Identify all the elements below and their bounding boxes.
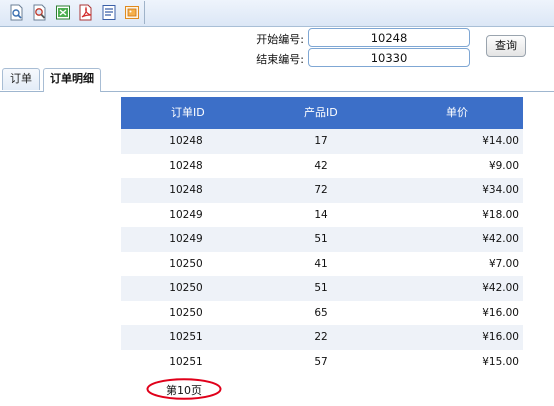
cell-product-id: 51 [314, 282, 328, 294]
cell-unit-price: ¥15.00 [482, 355, 519, 368]
cell-unit-price: ¥9.00 [488, 159, 519, 172]
table-row[interactable]: 10248 42 ¥9.00 [121, 154, 523, 179]
table-row[interactable]: 10249 51 ¥42.00 [121, 227, 523, 252]
print-preview-icon[interactable] [9, 4, 25, 21]
table-row[interactable]: 10249 14 ¥18.00 [121, 203, 523, 228]
tab-order-details[interactable]: 订单明细 [43, 68, 101, 92]
table-row[interactable]: 10250 65 ¥16.00 [121, 301, 523, 326]
table-row[interactable]: 10250 41 ¥7.00 [121, 252, 523, 277]
table-header: 订单ID 产品ID 单价 [121, 97, 523, 129]
zoom-icon[interactable] [32, 4, 48, 21]
word-export-icon[interactable] [101, 4, 117, 21]
toolbar [0, 0, 554, 27]
header-order-id[interactable]: 订单ID [171, 97, 205, 129]
cell-order-id: 10249 [169, 233, 203, 245]
cell-unit-price: ¥14.00 [482, 135, 519, 147]
start-number-input[interactable] [308, 28, 470, 47]
cell-product-id: 51 [314, 233, 328, 245]
cell-product-id: 41 [314, 257, 328, 270]
table-row[interactable]: 10251 22 ¥16.00 [121, 325, 523, 350]
table-row[interactable]: 10251 57 ¥15.00 [121, 350, 523, 375]
cell-order-id: 10250 [169, 306, 203, 319]
query-button[interactable]: 查询 [486, 35, 526, 57]
cell-unit-price: ¥7.00 [488, 257, 519, 270]
page-number-label: 第10页 [166, 384, 202, 397]
cell-product-id: 42 [314, 159, 328, 172]
cell-order-id: 10250 [169, 282, 203, 294]
cell-order-id: 10248 [169, 184, 203, 196]
tab-orders[interactable]: 订单 [2, 68, 40, 90]
cell-unit-price: ¥18.00 [482, 208, 519, 221]
image-export-icon[interactable] [124, 4, 140, 21]
cell-order-id: 10250 [169, 257, 203, 270]
cell-product-id: 57 [314, 355, 328, 368]
toolbar-button-group [2, 1, 145, 24]
header-product-id[interactable]: 产品ID [304, 97, 338, 129]
table-row[interactable]: 10250 51 ¥42.00 [121, 276, 523, 301]
cell-unit-price: ¥34.00 [482, 184, 519, 196]
cell-order-id: 10248 [169, 159, 203, 172]
cell-product-id: 65 [314, 306, 328, 319]
cell-unit-price: ¥16.00 [482, 331, 519, 343]
cell-product-id: 17 [314, 135, 328, 147]
cell-unit-price: ¥16.00 [482, 306, 519, 319]
cell-product-id: 72 [314, 184, 328, 196]
end-number-input[interactable] [308, 48, 470, 67]
page-indicator: 第10页 [146, 378, 222, 400]
cell-order-id: 10248 [169, 135, 203, 147]
cell-order-id: 10251 [169, 331, 203, 343]
cell-product-id: 14 [314, 208, 328, 221]
excel-export-icon[interactable] [55, 4, 71, 21]
cell-product-id: 22 [314, 331, 328, 343]
table-row[interactable]: 10248 72 ¥34.00 [121, 178, 523, 203]
tab-bar: 订单 订单明细 [0, 66, 554, 92]
cell-order-id: 10249 [169, 208, 203, 221]
table-row[interactable]: 10248 17 ¥14.00 [121, 129, 523, 154]
start-number-label: 开始编号: [256, 33, 304, 46]
cell-order-id: 10251 [169, 355, 203, 368]
header-unit-price[interactable]: 单价 [446, 97, 468, 129]
cell-unit-price: ¥42.00 [482, 233, 519, 245]
order-details-table: 订单ID 产品ID 单价 10248 17 ¥14.00 10248 42 ¥9… [121, 97, 523, 374]
pdf-export-icon[interactable] [78, 4, 94, 21]
end-number-label: 结束编号: [256, 53, 304, 66]
cell-unit-price: ¥42.00 [482, 282, 519, 294]
